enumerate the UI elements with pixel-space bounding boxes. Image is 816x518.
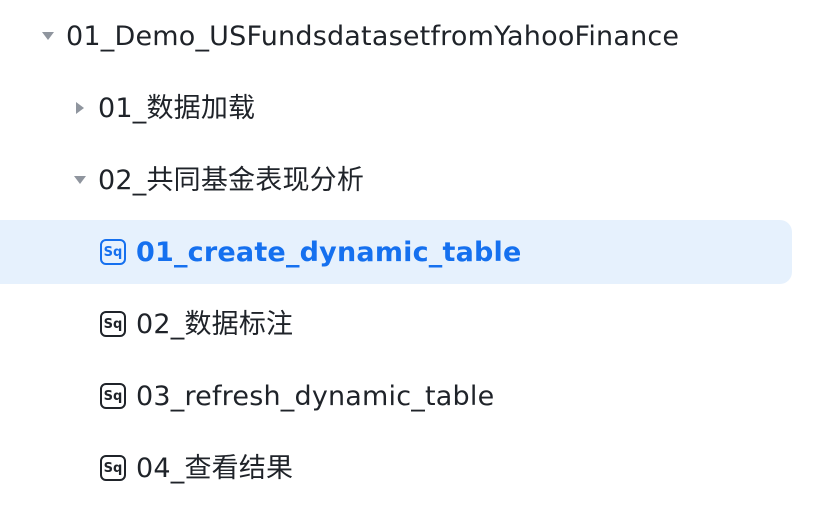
tree-file-data-annotation[interactable]: Sq 02_数据标注 [0,292,293,356]
chevron-down-icon[interactable] [40,28,56,44]
tree-file-label: 02_数据标注 [136,308,294,340]
tree-folder-data-loading[interactable]: 01_数据加载 [0,76,255,140]
tree-folder-label: 01_数据加载 [98,92,256,124]
sql-file-icon: Sq [100,455,126,481]
tree-folder-label: 01_Demo_USFundsdatasetfromYahooFinance [66,20,680,52]
tree-file-create-dynamic-table[interactable]: Sq 01_create_dynamic_table [0,220,792,284]
tree-folder-root[interactable]: 01_Demo_USFundsdatasetfromYahooFinance [0,4,679,68]
sql-file-icon: Sq [100,239,126,265]
tree-file-label: 01_create_dynamic_table [136,236,522,268]
tree-file-view-results[interactable]: Sq 04_查看结果 [0,436,293,500]
file-tree: 01_Demo_USFundsdatasetfromYahooFinance 0… [0,0,816,518]
tree-folder-fund-analysis[interactable]: 02_共同基金表现分析 [0,148,364,212]
chevron-right-icon[interactable] [72,100,88,116]
tree-file-label: 03_refresh_dynamic_table [136,380,495,412]
tree-folder-label: 02_共同基金表现分析 [98,164,365,196]
sql-file-icon: Sq [100,383,126,409]
sql-file-icon: Sq [100,311,126,337]
tree-file-label: 04_查看结果 [136,452,294,484]
tree-file-refresh-dynamic-table[interactable]: Sq 03_refresh_dynamic_table [0,364,494,428]
chevron-down-icon[interactable] [72,172,88,188]
